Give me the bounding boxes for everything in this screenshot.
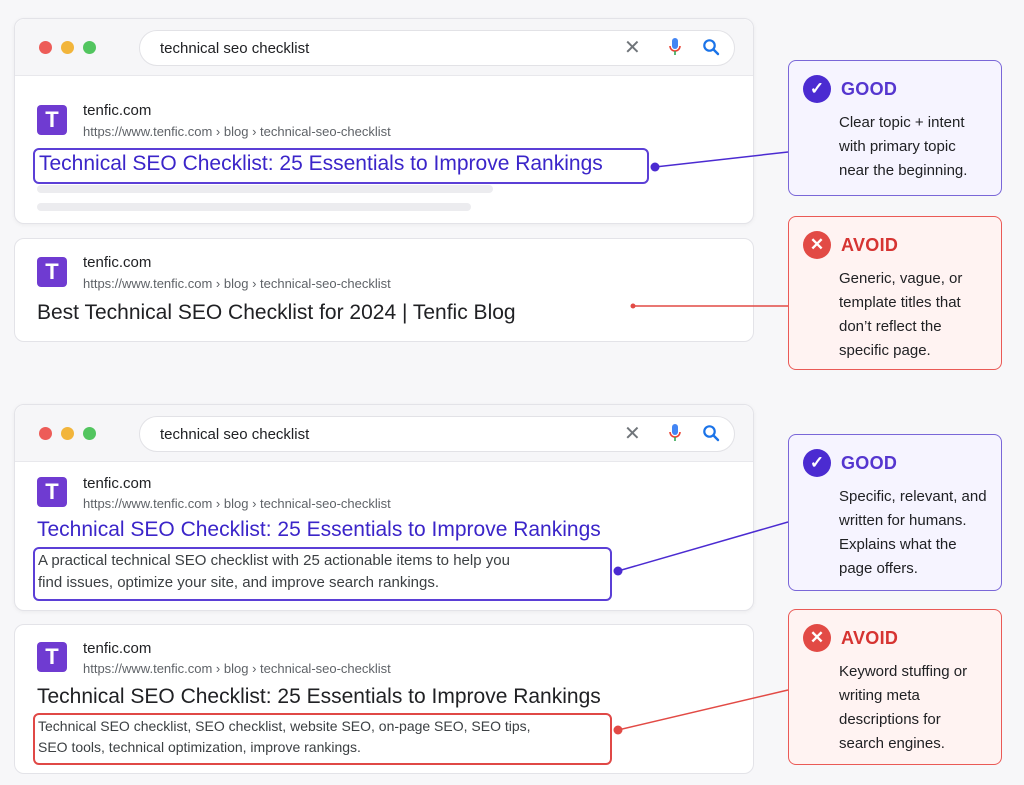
placeholder-line — [37, 203, 471, 211]
callout-good-title: ✓ GOOD Clear topic + intent with primary… — [788, 60, 1002, 196]
minimize-window-button[interactable] — [61, 427, 74, 440]
callout-avoid-description: ✕ AVOID Keyword stuffing or writing meta… — [788, 609, 1002, 765]
callout-avoid-title: ✕ AVOID Generic, vague, or template titl… — [788, 216, 1002, 370]
site-logo: T — [37, 105, 67, 135]
site-logo: T — [37, 642, 67, 672]
browser-toolbar: technical seo checklist ✕ — [15, 19, 753, 76]
browser-toolbar: technical seo checklist ✕ — [15, 405, 753, 462]
site-name: tenfic.com — [83, 640, 152, 657]
search-input[interactable]: technical seo checklist — [160, 426, 309, 443]
good-description-line: find issues, optimize your site, and imp… — [38, 574, 440, 591]
result-url[interactable]: https://www.tenfic.com › blog › technica… — [83, 496, 391, 511]
good-title-link[interactable]: Technical SEO Checklist: 25 Essentials t… — [39, 152, 603, 176]
x-icon: ✕ — [803, 624, 831, 652]
maximize-window-button[interactable] — [83, 427, 96, 440]
site-name: tenfic.com — [83, 254, 152, 271]
search-bar[interactable]: technical seo checklist ✕ — [139, 30, 735, 66]
bad-description-line: Technical SEO checklist, SEO checklist, … — [38, 718, 531, 734]
callout-label: AVOID — [841, 628, 899, 648]
callout-label: GOOD — [841, 453, 898, 473]
browser-window-descriptions: technical seo checklist ✕ T tenfic.com h… — [14, 404, 754, 611]
result-url[interactable]: https://www.tenfic.com › blog › technica… — [83, 276, 391, 291]
result-card-bad-description: T tenfic.com https://www.tenfic.com › bl… — [14, 624, 754, 774]
site-logo: T — [37, 257, 67, 287]
close-window-button[interactable] — [39, 427, 52, 440]
close-window-button[interactable] — [39, 41, 52, 54]
callout-text: Generic, vague, or template titles that … — [839, 270, 963, 359]
search-bar[interactable]: technical seo checklist ✕ — [139, 416, 735, 452]
check-icon: ✓ — [803, 75, 831, 103]
callout-label: GOOD — [841, 79, 898, 99]
site-name: tenfic.com — [83, 102, 152, 119]
result-card-bad-title: T tenfic.com https://www.tenfic.com › bl… — [14, 238, 754, 342]
minimize-window-button[interactable] — [61, 41, 74, 54]
maximize-window-button[interactable] — [83, 41, 96, 54]
bad-title-link[interactable]: Best Technical SEO Checklist for 2024 | … — [37, 301, 516, 325]
callout-text: Keyword stuffing or writing meta descrip… — [839, 663, 968, 752]
x-icon: ✕ — [803, 231, 831, 259]
search-icon[interactable] — [702, 424, 720, 447]
site-logo: T — [37, 477, 67, 507]
search-icon[interactable] — [702, 38, 720, 61]
bad-description-line: SEO tools, technical optimization, impro… — [38, 739, 361, 755]
placeholder-line — [37, 185, 493, 193]
clear-search-icon[interactable]: ✕ — [624, 423, 641, 445]
callout-text: Clear topic + intent with primary topic … — [839, 114, 968, 179]
site-name: tenfic.com — [83, 475, 152, 492]
clear-search-icon[interactable]: ✕ — [624, 37, 641, 59]
result-url[interactable]: https://www.tenfic.com › blog › technica… — [83, 124, 391, 139]
good-description-line: A practical technical SEO checklist with… — [38, 552, 510, 569]
result-url[interactable]: https://www.tenfic.com › blog › technica… — [83, 661, 391, 676]
callout-good-description: ✓ GOOD Specific, relevant, and written f… — [788, 434, 1002, 591]
microphone-icon[interactable] — [668, 37, 682, 62]
bad-desc-title-link[interactable]: Technical SEO Checklist: 25 Essentials t… — [37, 685, 601, 709]
search-input[interactable]: technical seo checklist — [160, 40, 309, 57]
browser-window-titles: technical seo checklist ✕ T tenfic.com h… — [14, 18, 754, 224]
microphone-icon[interactable] — [668, 423, 682, 448]
good-desc-title-link[interactable]: Technical SEO Checklist: 25 Essentials t… — [37, 518, 601, 542]
check-icon: ✓ — [803, 449, 831, 477]
callout-label: AVOID — [841, 235, 899, 255]
callout-text: Specific, relevant, and written for huma… — [839, 488, 987, 577]
